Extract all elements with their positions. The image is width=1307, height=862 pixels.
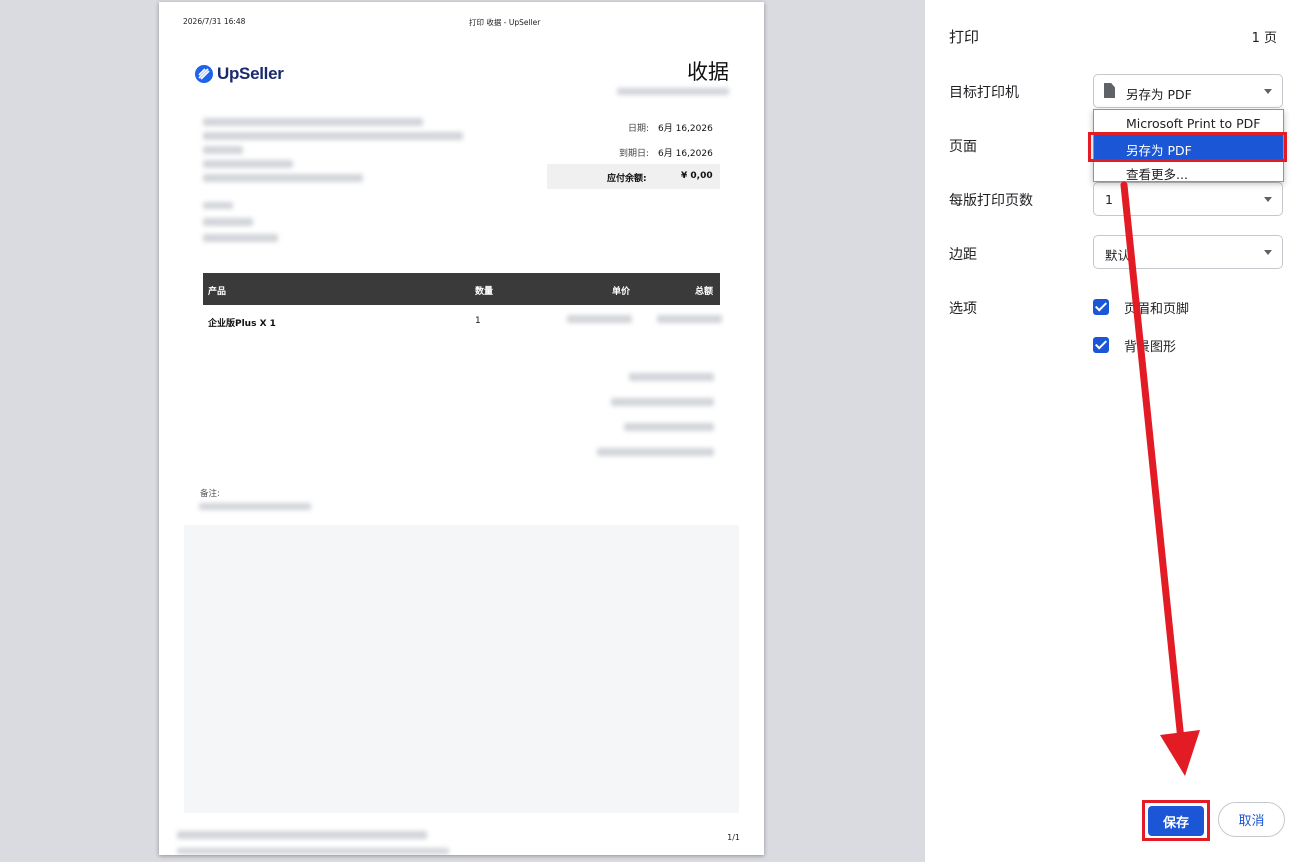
blurred-text bbox=[177, 848, 449, 854]
blurred-text bbox=[624, 423, 714, 431]
blurred-text bbox=[177, 831, 427, 839]
chevron-down-icon bbox=[1264, 197, 1272, 202]
header-datetime: 2026/7/31 16:48 bbox=[183, 17, 246, 26]
items-table: 产品 数量 单价 总额 企业版Plus X 1 1 bbox=[203, 273, 720, 335]
blurred-text bbox=[199, 503, 311, 510]
printer-dropdown: Microsoft Print to PDF 另存为 PDF 查看更多... bbox=[1093, 109, 1284, 182]
header-total: 总额 bbox=[695, 287, 714, 297]
pages-per-sheet-label: 每版打印页数 bbox=[949, 193, 1033, 209]
due-date-label: 到期日: bbox=[618, 149, 649, 159]
printer-option-save-pdf[interactable]: 另存为 PDF bbox=[1094, 135, 1283, 159]
table-row: 企业版Plus X 1 1 bbox=[203, 305, 720, 335]
pages-per-sheet-value: 1 bbox=[1105, 192, 1113, 207]
headers-footers-checkbox[interactable] bbox=[1093, 299, 1109, 315]
blurred-text bbox=[203, 132, 463, 140]
item-product: 企业版Plus X 1 bbox=[208, 319, 276, 329]
printer-option-see-more[interactable]: 查看更多... bbox=[1094, 159, 1283, 183]
printer-select[interactable]: 另存为 PDF bbox=[1093, 74, 1283, 108]
options-label: 选项 bbox=[949, 301, 977, 317]
margins-label: 边距 bbox=[949, 247, 977, 263]
due-date-value: 6月 16,2026 bbox=[658, 149, 713, 159]
table-header: 产品 数量 单价 总额 bbox=[203, 273, 720, 305]
document-icon bbox=[1104, 83, 1115, 98]
margins-value: 默认 bbox=[1105, 248, 1131, 263]
blurred-text bbox=[203, 118, 423, 126]
blurred-text bbox=[203, 174, 363, 182]
upseller-logo: UpSeller bbox=[194, 64, 284, 84]
blurred-text bbox=[203, 146, 243, 154]
document-title: 收据 bbox=[687, 60, 729, 84]
amount-due-value: ¥ 0,00 bbox=[681, 171, 713, 181]
preview-page: 2026/7/31 16:48 打印 收据 - UpSeller UpSelle… bbox=[159, 2, 764, 855]
pages-label: 页面 bbox=[949, 139, 977, 155]
margins-select[interactable]: 默认 bbox=[1093, 235, 1283, 269]
save-button[interactable]: 保存 bbox=[1148, 806, 1204, 836]
pages-per-sheet-select[interactable]: 1 bbox=[1093, 182, 1283, 216]
printer-option-microsoft-pdf[interactable]: Microsoft Print to PDF bbox=[1094, 111, 1283, 135]
page-count: 1 页 bbox=[1251, 31, 1277, 46]
background-graphics-checkbox[interactable] bbox=[1093, 337, 1109, 353]
blurred-text bbox=[617, 88, 729, 95]
blurred-text bbox=[611, 398, 714, 406]
blurred-text bbox=[203, 218, 253, 226]
page-number: 1/1 bbox=[727, 833, 740, 842]
notes-label: 备注: bbox=[200, 489, 220, 499]
blurred-text bbox=[657, 315, 722, 323]
rocket-logo-icon bbox=[195, 65, 213, 83]
printer-label: 目标打印机 bbox=[949, 85, 1019, 101]
background-graphics-label: 背景图形 bbox=[1124, 340, 1177, 355]
date-label: 日期: bbox=[627, 124, 649, 134]
blurred-text bbox=[203, 234, 278, 242]
amount-due-box: 应付余额: ¥ 0,00 bbox=[547, 164, 720, 189]
chevron-down-icon bbox=[1264, 250, 1272, 255]
print-preview-area: 2026/7/31 16:48 打印 收据 - UpSeller UpSelle… bbox=[0, 0, 925, 862]
header-price: 单价 bbox=[612, 287, 631, 297]
chevron-down-icon bbox=[1264, 89, 1272, 94]
panel-title: 打印 bbox=[949, 28, 980, 46]
footer-block bbox=[184, 525, 739, 813]
cancel-button[interactable]: 取消 bbox=[1218, 802, 1285, 837]
brand-name: UpSeller bbox=[217, 64, 284, 83]
date-value: 6月 16,2026 bbox=[658, 124, 713, 134]
item-qty: 1 bbox=[475, 316, 481, 326]
blurred-text bbox=[203, 160, 293, 168]
print-settings-panel: 打印 1 页 目标打印机 另存为 PDF 页面 每版打印页数 1 边距 默认 选… bbox=[925, 0, 1307, 862]
headers-footers-label: 页眉和页脚 bbox=[1124, 302, 1190, 317]
header-product: 产品 bbox=[208, 287, 227, 297]
blurred-text bbox=[597, 448, 714, 456]
blurred-text bbox=[203, 202, 233, 209]
blurred-text bbox=[629, 373, 714, 381]
amount-due-label: 应付余额: bbox=[607, 174, 647, 184]
printer-value: 另存为 PDF bbox=[1126, 87, 1192, 102]
blurred-text bbox=[567, 315, 632, 323]
header-title: 打印 收据 - UpSeller bbox=[469, 18, 541, 27]
header-qty: 数量 bbox=[475, 287, 494, 297]
